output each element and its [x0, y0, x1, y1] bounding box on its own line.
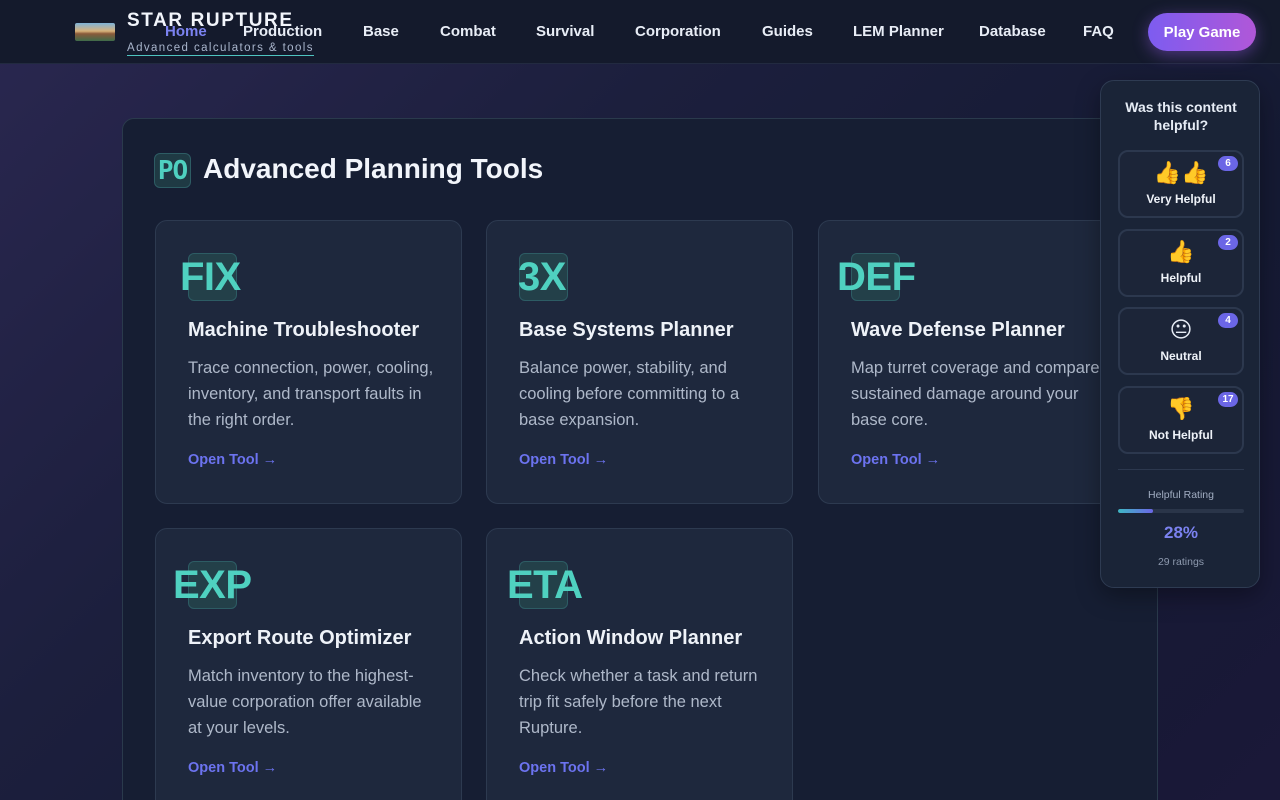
tool-card-export-route-optimizer[interactable]: EXP Export Route Optimizer Match invento… — [155, 528, 462, 800]
nav-item-base[interactable]: Base — [363, 23, 399, 40]
feedback-widget: Was this content helpful? 👍👍 Very Helpfu… — [1100, 80, 1260, 588]
card-description: Check whether a task and return trip fit… — [519, 667, 758, 737]
nav-item-corporation[interactable]: Corporation — [635, 23, 721, 40]
nav-item-database[interactable]: Database — [979, 23, 1046, 40]
helpful-rating-percent: 28% — [1163, 523, 1199, 542]
feedback-count-badge: 2 — [1218, 235, 1238, 250]
feedback-option-label: Very Helpful — [1146, 192, 1216, 206]
feedback-count-badge: 4 — [1218, 313, 1238, 328]
section-badge: PO — [154, 153, 191, 188]
card-description: Balance power, stability, and cooling be… — [519, 359, 740, 429]
open-tool-link[interactable]: Open Tool → — [851, 452, 940, 468]
card-title: Action Window Planner — [519, 627, 743, 649]
feedback-divider — [1118, 469, 1244, 470]
feedback-helpful-button[interactable]: 👍 Helpful 2 — [1118, 229, 1244, 297]
nav-item-faq[interactable]: FAQ — [1083, 23, 1114, 40]
section-title: Advanced Planning Tools — [203, 153, 544, 184]
tool-card-machine-troubleshooter[interactable]: FIX Machine Troubleshooter Trace connect… — [155, 220, 462, 504]
tool-card-wave-defense-planner[interactable]: DEF Wave Defense Planner Map turret cove… — [818, 220, 1125, 504]
open-tool-link[interactable]: Open Tool → — [519, 452, 608, 468]
helpful-rating-bar — [1118, 509, 1244, 513]
open-tool-link[interactable]: Open Tool → — [519, 760, 608, 776]
feedback-neutral-button[interactable]: 😐 Neutral 4 — [1118, 307, 1244, 375]
nav-item-production[interactable]: Production — [243, 23, 322, 40]
nav-item-lem-planner[interactable]: LEM Planner — [853, 23, 944, 40]
card-code: 3X — [518, 255, 566, 299]
feedback-not-helpful-button[interactable]: 👎 Not Helpful 17 — [1118, 386, 1244, 454]
card-code: DEF — [837, 255, 916, 299]
logo-image[interactable] — [75, 23, 115, 41]
card-title: Export Route Optimizer — [188, 627, 412, 649]
open-tool-link[interactable]: Open Tool → — [188, 760, 277, 776]
card-title: Base Systems Planner — [519, 319, 734, 341]
feedback-count-badge: 6 — [1218, 156, 1238, 171]
card-code: ETA — [507, 563, 583, 607]
nav-item-combat[interactable]: Combat — [440, 23, 496, 40]
feedback-very-helpful-button[interactable]: 👍👍 Very Helpful 6 — [1118, 150, 1244, 218]
card-title: Machine Troubleshooter — [188, 319, 420, 341]
card-description: Match inventory to the highest-value cor… — [188, 667, 422, 737]
nav-item-guides[interactable]: Guides — [762, 23, 813, 40]
feedback-option-label: Helpful — [1160, 271, 1202, 285]
helpful-rating-label: Helpful Rating — [1148, 489, 1214, 501]
nav-item-home[interactable]: Home — [165, 23, 207, 40]
card-description: Trace connection, power, cooling, invent… — [188, 359, 434, 429]
tool-card-action-window-planner[interactable]: ETA Action Window Planner Check whether … — [486, 528, 793, 800]
brand-subtitle: Advanced calculators & tools — [127, 42, 314, 56]
card-description: Map turret coverage and compare sustaine… — [851, 359, 1100, 429]
feedback-question: Was this content helpful? — [1125, 99, 1237, 133]
nav-item-survival[interactable]: Survival — [536, 23, 594, 40]
tool-card-base-systems-planner[interactable]: 3X Base Systems Planner Balance power, s… — [486, 220, 793, 504]
top-nav: STAR RUPTURE Advanced calculators & tool… — [0, 0, 1280, 64]
ratings-total: 29 ratings — [1157, 556, 1205, 568]
feedback-count-badge: 17 — [1218, 392, 1238, 407]
play-game-button[interactable]: Play Game — [1148, 13, 1256, 51]
open-tool-link[interactable]: Open Tool → — [188, 452, 277, 468]
feedback-option-label: Neutral — [1160, 349, 1202, 363]
card-code: FIX — [180, 255, 241, 299]
helpful-rating-bar-fill — [1118, 509, 1154, 513]
card-title: Wave Defense Planner — [851, 319, 1065, 341]
card-code: EXP — [173, 563, 252, 607]
feedback-option-label: Not Helpful — [1149, 428, 1213, 442]
